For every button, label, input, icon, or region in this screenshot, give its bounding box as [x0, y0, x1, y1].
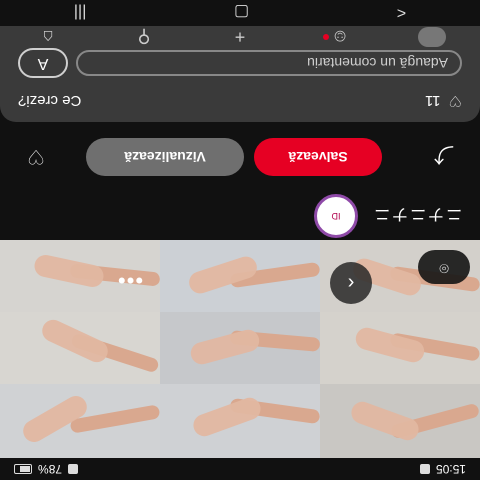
search-tab[interactable]: ⚲ [127, 26, 161, 48]
battery-icon [14, 464, 32, 474]
profile-avatar-icon [418, 27, 446, 47]
heart-icon: ♡ [27, 145, 45, 168]
comment-input[interactable] [76, 50, 462, 76]
hand-shape [32, 252, 106, 290]
hand-shape [38, 316, 112, 366]
chevron-left-icon: ‹ [347, 272, 355, 295]
system-recents-button[interactable]: ||| [74, 3, 86, 21]
heart-icon[interactable]: ♡ [449, 92, 462, 110]
signal-icon [68, 464, 79, 474]
hand-shape [348, 398, 422, 444]
notification-dot [322, 34, 329, 40]
create-tab[interactable]: + [223, 26, 257, 48]
react-button[interactable]: ♡ [14, 135, 58, 179]
grid-image[interactable] [320, 384, 480, 458]
pin-actions: ⤴ Salvează Vizualizează ♡ [0, 122, 480, 192]
user-avatar-letter: A [37, 55, 49, 72]
battery-percent: 78% [38, 462, 63, 476]
comments-header: ♡ 11 Ce crezi? [18, 92, 462, 110]
lens-icon: ⌾ [439, 259, 449, 276]
home-icon: ⌂ [42, 27, 54, 48]
grid-image[interactable] [160, 240, 320, 312]
view-label: Vizualizează [124, 149, 206, 165]
share-button[interactable]: ⤴ [422, 135, 466, 179]
messages-tab[interactable]: ☺ [319, 26, 353, 48]
system-navigation: < ▢ ||| [0, 0, 480, 24]
hand-shape [186, 253, 260, 297]
status-right: 78% [14, 462, 79, 476]
author-row[interactable]: ニナニナニ ID [0, 192, 480, 240]
grid-image[interactable] [0, 384, 160, 458]
more-options-button[interactable]: ••• [110, 260, 150, 300]
status-left: 15:05 [419, 462, 466, 476]
share-icon: ⤴ [434, 143, 454, 166]
clock: 15:05 [435, 462, 466, 476]
save-button[interactable]: Salvează [254, 138, 382, 176]
messages-icon: ☺ [330, 27, 350, 48]
grid-image[interactable]: ••• [0, 240, 160, 312]
home-tab[interactable]: ⌂ [31, 26, 65, 48]
user-avatar[interactable]: A [18, 48, 68, 78]
search-icon: ⚲ [137, 27, 151, 48]
comment-compose-row: A [18, 48, 462, 78]
system-home-button[interactable]: ▢ [234, 2, 249, 22]
grid-image[interactable] [0, 312, 160, 384]
hand-shape [353, 325, 427, 365]
grid-image[interactable] [320, 312, 480, 384]
hand-shape [190, 394, 264, 440]
hand-shape [188, 327, 262, 367]
visual-search-button[interactable]: ⌾ [418, 250, 470, 284]
system-back-button[interactable]: < [397, 3, 406, 21]
more-icon: ••• [116, 268, 144, 293]
pin-image-grid[interactable]: ‹ ••• ⌾ [0, 240, 480, 458]
view-button[interactable]: Vizualizează [86, 138, 244, 176]
comments-title: Ce crezi? [18, 92, 82, 110]
like-count: 11 [424, 92, 441, 110]
notification-icon [419, 464, 430, 474]
avatar-label: ID [331, 211, 341, 221]
author-name[interactable]: ニナニナニ [372, 204, 462, 228]
like-group[interactable]: ♡ 11 [425, 92, 462, 110]
back-button[interactable]: ‹ [330, 262, 372, 304]
bottom-navigation: ☺ + ⚲ ⌂ [0, 24, 480, 50]
grid-image[interactable] [160, 384, 320, 458]
author-avatar[interactable]: ID [313, 194, 358, 238]
profile-tab[interactable] [415, 26, 449, 48]
status-bar: 15:05 78% [0, 458, 480, 480]
grid-image[interactable] [160, 312, 320, 384]
save-label: Salvează [288, 149, 348, 165]
app-screen: 15:05 78% ‹ ••• ⌾ ニナニナニ ID ⤴ Salvează Vi… [0, 0, 480, 480]
plus-icon: + [234, 27, 246, 48]
